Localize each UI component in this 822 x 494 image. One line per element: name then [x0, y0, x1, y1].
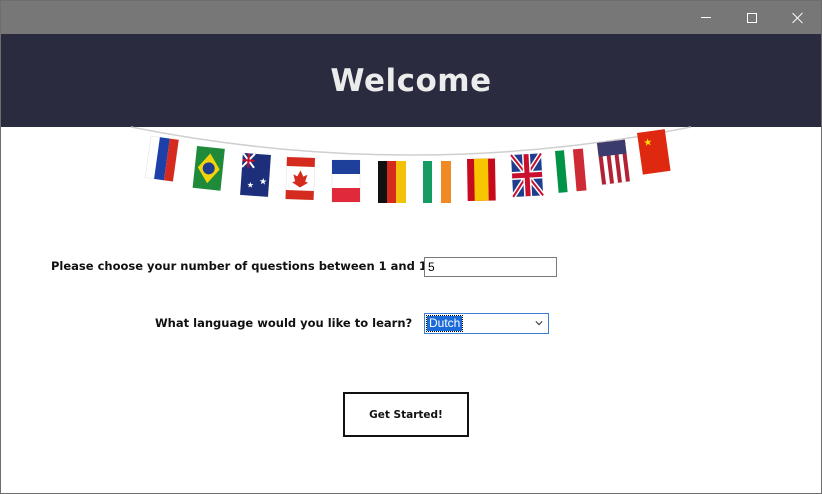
svg-text:★: ★ — [259, 177, 268, 188]
maximize-button[interactable] — [729, 1, 775, 34]
language-select-value: Dutch — [425, 315, 464, 332]
get-started-button[interactable]: Get Started! — [343, 392, 469, 437]
header-banner: Welcome — [1, 34, 821, 127]
russia-flag-icon — [144, 135, 180, 182]
svg-text:★: ★ — [643, 137, 653, 149]
questions-label: Please choose your number of questions b… — [51, 259, 435, 273]
page-title: Welcome — [330, 62, 492, 99]
brazil-flag-icon — [192, 146, 225, 191]
close-button[interactable] — [775, 1, 821, 34]
language-label: What language would you like to learn? — [155, 316, 413, 330]
italy-flag-icon — [555, 148, 587, 193]
france-flag-icon — [331, 159, 361, 203]
close-icon — [792, 12, 804, 24]
australia-flag-icon: ★ ★ — [240, 152, 271, 197]
chevron-down-icon — [535, 321, 543, 326]
united-states-flag-icon — [596, 139, 631, 185]
flag-bunting-image: ★ ★ ★ — [131, 126, 691, 203]
canada-flag-icon — [285, 156, 316, 201]
minimize-button[interactable] — [683, 1, 729, 34]
questions-input[interactable] — [424, 257, 557, 277]
title-bar[interactable] — [1, 1, 821, 34]
svg-text:★: ★ — [246, 180, 254, 189]
china-flag-icon: ★ — [637, 129, 671, 175]
minimize-icon — [701, 17, 711, 18]
germany-flag-icon — [378, 161, 406, 203]
united-kingdom-flag-icon — [509, 152, 546, 199]
ireland-flag-icon — [423, 161, 451, 203]
maximize-icon — [747, 12, 757, 23]
language-select[interactable]: Dutch — [424, 313, 549, 334]
spain-flag-icon — [467, 158, 496, 201]
app-window: Welcome ★ ★ ★ Please choose your number … — [0, 0, 822, 494]
